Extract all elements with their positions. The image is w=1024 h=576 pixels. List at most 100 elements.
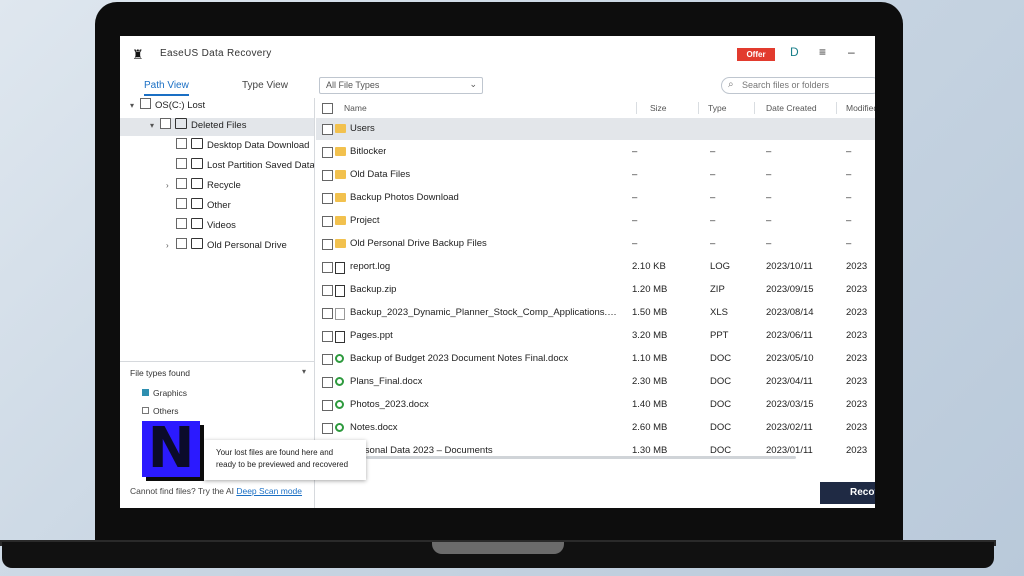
file-row[interactable]: Notes.docx 2.60 MB DOC 2023/02/11 2023 [316,417,875,439]
search-icon: ⌕ [728,79,734,90]
file-size: 3.20 MB [632,330,668,341]
menu-icon[interactable]: ≡ [819,45,826,59]
deep-scan-link[interactable]: Deep Scan mode [236,486,302,496]
file-row[interactable]: Old Personal Drive Backup Files – – – – [316,233,875,255]
app-title: EaseUS Data Recovery [160,48,272,59]
watermark-logo: N [142,421,200,477]
checkbox[interactable] [176,198,187,209]
tree-item[interactable]: Videos [166,218,236,236]
file-row[interactable]: Backup_2023_Dynamic_Planner_Stock_Comp_A… [316,302,875,324]
checkbox[interactable] [176,158,187,169]
file-row[interactable]: Pages.ppt 3.20 MB PPT 2023/06/11 2023 [316,325,875,347]
tree-item[interactable]: › Old Personal Drive [166,238,287,256]
row-checkbox[interactable] [322,285,333,296]
color-swatch [142,407,149,414]
row-checkbox[interactable] [322,262,333,273]
row-checkbox[interactable] [322,170,333,181]
row-checkbox[interactable] [322,216,333,227]
column-modified[interactable]: Modified [846,103,875,113]
file-name: Backup.zip [350,284,397,295]
column-type[interactable]: Type [708,103,726,113]
folder-icon [191,198,203,209]
file-row[interactable]: Backup of Budget 2023 Document Notes Fin… [316,348,875,370]
file-type: DOC [710,376,732,387]
file-row[interactable]: Users [316,118,875,140]
tree-item[interactable]: Desktop Data Download [166,138,309,156]
laptop-notch [432,542,564,554]
row-checkbox[interactable] [322,354,333,365]
expand-toggle-icon[interactable]: ▾ [130,101,140,110]
file-row[interactable]: Plans_Final.docx 2.30 MB DOC 2023/04/11 2023 [316,371,875,393]
file-date-modified: 2023 [846,330,868,341]
expand-toggle-icon[interactable]: › [166,241,176,250]
file-size: 1.30 MB [632,445,668,456]
file-row[interactable]: Bitlocker – – – – [316,141,875,163]
file-name: Backup Photos Download [350,192,459,203]
tree-item[interactable]: › Recycle [166,178,241,196]
folder-icon [191,158,203,169]
file-type-item[interactable]: Graphics [142,388,187,398]
file-name: Pages.ppt [350,330,393,341]
tree-item[interactable]: Lost Partition Saved Data [166,158,315,176]
row-checkbox[interactable] [322,308,333,319]
checkbox[interactable] [176,178,187,189]
file-type-item[interactable]: Others [142,406,179,416]
file-type: PPT [710,330,729,341]
row-checkbox[interactable] [322,331,333,342]
file-name: Plans_Final.docx [350,376,423,387]
promo-badge[interactable]: Offer [737,48,775,61]
column-size[interactable]: Size [650,103,667,113]
select-all-checkbox[interactable] [322,103,333,114]
file-size: – [632,238,638,249]
file-row[interactable]: Photos_2023.docx 1.40 MB DOC 2023/03/15 2023 [316,394,875,416]
folder-icon [335,193,346,204]
horizontal-scrollbar[interactable] [366,456,796,459]
row-checkbox[interactable] [322,423,333,434]
row-checkbox[interactable] [322,400,333,411]
file-date-created: – [766,215,772,226]
file-size: 1.50 MB [632,307,668,318]
file-type: DOC [710,445,732,456]
file-size: 1.40 MB [632,399,668,410]
app-logo-icon: ♜ [132,47,144,62]
tree-item-label: Deleted Files [191,120,247,131]
column-date-created[interactable]: Date Created [766,103,817,113]
row-checkbox[interactable] [322,239,333,250]
tree-item[interactable]: Other [166,198,231,216]
row-checkbox[interactable] [322,124,333,135]
row-checkbox[interactable] [322,147,333,158]
file-date-modified: 2023 [846,376,868,387]
file-row[interactable]: Old Data Files – – – – [316,164,875,186]
file-date-modified: 2023 [846,399,868,410]
tab-type-view[interactable]: Type View [242,80,288,91]
checkbox[interactable] [160,118,171,129]
file-row[interactable]: Backup Photos Download – – – – [316,187,875,209]
feedback-icon[interactable]: D [790,45,799,59]
column-name[interactable]: Name [344,103,367,113]
expand-toggle-icon[interactable]: › [166,181,176,190]
recover-button[interactable]: Recover [820,482,875,504]
row-checkbox[interactable] [322,377,333,388]
tab-path-view[interactable]: Path View [144,80,189,96]
app-window: ♜ EaseUS Data Recovery Offer D ≡ – Path … [120,36,875,508]
checkbox[interactable] [176,238,187,249]
file-date-created: 2023/09/15 [766,284,814,295]
tree-item-root[interactable]: ▾ OS(C:) Lost [130,98,314,116]
checkbox[interactable] [176,138,187,149]
tree-item-deleted-files[interactable]: ▾ Deleted Files [120,118,314,136]
file-row[interactable]: Project – – – – [316,210,875,232]
row-checkbox[interactable] [322,193,333,204]
checkbox[interactable] [176,218,187,229]
file-type: – [710,146,716,157]
file-row[interactable]: Backup.zip 1.20 MB ZIP 2023/09/15 2023 [316,279,875,301]
file-name: Old Personal Drive Backup Files [350,238,487,249]
file-row[interactable]: report.log 2.10 KB LOG 2023/10/11 2023 [316,256,875,278]
search-input[interactable]: ⌕ Search files or folders [721,77,875,94]
minimize-button[interactable]: – [848,45,855,59]
expand-toggle-icon[interactable]: ▾ [150,121,160,130]
file-type-filter[interactable]: All File Types ⌄ [319,77,483,94]
file-name: Backup_2023_Dynamic_Planner_Stock_Comp_A… [350,307,620,318]
checkbox[interactable] [140,98,151,109]
file-size: 2.60 MB [632,422,668,433]
chevron-down-icon[interactable]: ▾ [302,367,306,376]
